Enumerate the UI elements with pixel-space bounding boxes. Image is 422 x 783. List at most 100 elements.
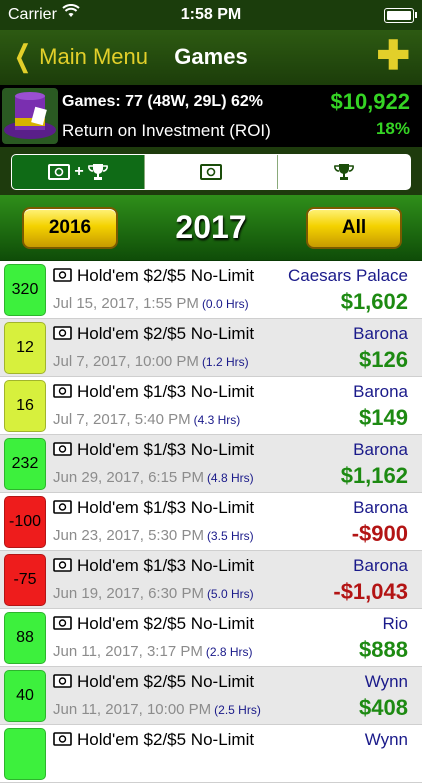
game-result: $408 xyxy=(359,695,408,720)
total-winnings: $10,922 xyxy=(330,89,410,114)
game-row[interactable]: 88 Hold'em $2/$5 No-Limit Rio Jun 11, 2017,… xyxy=(0,609,422,667)
clock: 1:58 PM xyxy=(180,6,242,23)
game-date: Jul 15, 2017, 1:55 PM (0.0 Hrs) xyxy=(53,295,249,312)
profit-badge: 88 xyxy=(4,612,46,664)
games-list: 320 Hold'em $2/$5 No-Limit Caesars Palace J… xyxy=(0,261,422,783)
plus-icon: ✚ xyxy=(376,34,410,78)
top-hat-icon xyxy=(2,88,58,144)
game-row[interactable]: 16 Hold'em $1/$3 No-Limit Barona Jul 7, 201… xyxy=(0,377,422,435)
venue-name: Barona xyxy=(353,556,408,575)
filter-bar: + xyxy=(0,147,422,195)
game-date: Jun 11, 2017, 10:00 PM (2.5 Hrs) xyxy=(53,701,261,718)
game-result: -$900 xyxy=(351,521,408,546)
game-date-text: Jul 7, 2017, 10:00 PM xyxy=(53,353,199,370)
game-date-text: Jun 19, 2017, 6:30 PM xyxy=(53,585,204,602)
game-type: Hold'em $2/$5 No-Limit xyxy=(77,672,255,691)
game-type: Hold'em $2/$5 No-Limit xyxy=(77,266,255,285)
roi-value: 18% xyxy=(375,119,410,138)
game-row[interactable]: 40 Hold'em $2/$5 No-Limit Wynn Jun 11, 2017… xyxy=(0,667,422,725)
profit-badge: 40 xyxy=(4,670,46,722)
cash-game-icon xyxy=(53,500,72,514)
cash-game-icon xyxy=(53,326,72,340)
trophy-icon xyxy=(87,164,108,180)
game-date-text: Jun 29, 2017, 6:15 PM xyxy=(53,469,204,486)
game-type: Hold'em $2/$5 No-Limit xyxy=(77,324,255,343)
summary-panel: Games: 77 (48W, 29L) 62% Return on Inves… xyxy=(0,85,422,147)
game-type: Hold'em $2/$5 No-Limit xyxy=(77,730,255,749)
venue-name: Barona xyxy=(353,440,408,459)
cash-icon xyxy=(48,164,71,180)
profit-badge: 16 xyxy=(4,380,46,432)
game-duration: (4.3 Hrs) xyxy=(193,413,241,427)
game-row[interactable]: -100 Hold'em $1/$3 No-Limit Barona Jun 23, … xyxy=(0,493,422,551)
game-result: $126 xyxy=(359,347,408,372)
game-duration: (2.8 Hrs) xyxy=(205,645,253,659)
game-duration: (5.0 Hrs) xyxy=(206,587,254,601)
game-result: $1,162 xyxy=(340,463,408,488)
profit-badge xyxy=(4,728,46,780)
game-type: Hold'em $1/$3 No-Limit xyxy=(77,498,255,517)
cash-game-icon xyxy=(53,616,72,630)
status-bar: Carrier 1:58 PM xyxy=(0,0,422,30)
game-row[interactable]: -75 Hold'em $1/$3 No-Limit Barona Jun 19, 2… xyxy=(0,551,422,609)
segment-cash-plus-tournament[interactable]: + xyxy=(12,155,145,189)
game-date-text: Jul 15, 2017, 1:55 PM xyxy=(53,295,199,312)
game-row[interactable]: Hold'em $2/$5 No-Limit Wynn xyxy=(0,725,422,783)
game-type: Hold'em $1/$3 No-Limit xyxy=(77,382,255,401)
cash-game-icon xyxy=(53,558,72,572)
profit-badge: -100 xyxy=(4,496,46,548)
game-duration: (3.5 Hrs) xyxy=(206,529,254,543)
plus-sign-icon: + xyxy=(74,163,84,180)
game-date-text: Jun 23, 2017, 5:30 PM xyxy=(53,527,204,544)
roi-label: Return on Investment (ROI) xyxy=(62,121,271,140)
cash-game-icon xyxy=(53,442,72,456)
game-date-text: Jul 7, 2017, 5:40 PM xyxy=(53,411,191,428)
game-date: Jun 11, 2017, 3:17 PM (2.8 Hrs) xyxy=(53,643,253,660)
venue-name: Wynn xyxy=(364,730,408,749)
venue-name: Barona xyxy=(353,324,408,343)
segment-tournament-only[interactable] xyxy=(278,155,410,189)
game-date: Jun 19, 2017, 6:30 PM (5.0 Hrs) xyxy=(53,585,254,602)
game-row[interactable]: 320 Hold'em $2/$5 No-Limit Caesars Palace J… xyxy=(0,261,422,319)
game-date-text: Jun 11, 2017, 10:00 PM xyxy=(53,701,212,718)
game-date-text: Jun 11, 2017, 3:17 PM xyxy=(53,643,203,660)
game-duration: (4.8 Hrs) xyxy=(206,471,254,485)
page-title: Games xyxy=(174,44,248,69)
game-date: Jun 23, 2017, 5:30 PM (3.5 Hrs) xyxy=(53,527,254,544)
games-summary: Games: 77 (48W, 29L) 62% xyxy=(62,93,263,110)
profit-badge: 12 xyxy=(4,322,46,374)
venue-name: Rio xyxy=(382,614,408,633)
game-type: Hold'em $2/$5 No-Limit xyxy=(77,614,255,633)
game-result: $149 xyxy=(359,405,408,430)
game-result: -$1,043 xyxy=(333,579,408,604)
game-type: Hold'em $1/$3 No-Limit xyxy=(77,556,255,575)
game-result: $1,602 xyxy=(340,289,408,314)
trophy-icon xyxy=(334,164,354,180)
game-date: Jul 7, 2017, 5:40 PM (4.3 Hrs) xyxy=(53,411,240,428)
navigation-bar: ❮ Main Menu Games ✚ xyxy=(0,30,422,85)
game-result: $888 xyxy=(359,637,408,662)
profit-badge: 320 xyxy=(4,264,46,316)
all-years-button[interactable]: All xyxy=(306,207,402,249)
venue-name: Barona xyxy=(353,498,408,517)
cash-icon xyxy=(200,164,222,180)
segment-cash-only[interactable] xyxy=(145,155,278,189)
game-row[interactable]: 232 Hold'em $1/$3 No-Limit Barona Jun 29, 2… xyxy=(0,435,422,493)
add-game-button[interactable]: ✚ xyxy=(376,36,410,76)
venue-name: Caesars Palace xyxy=(287,266,408,285)
profit-badge: -75 xyxy=(4,554,46,606)
game-row[interactable]: 12 Hold'em $2/$5 No-Limit Barona Jul 7, 201… xyxy=(0,319,422,377)
cash-game-icon xyxy=(53,674,72,688)
cash-game-icon xyxy=(53,268,72,282)
year-selector: 2016 2017 All xyxy=(0,195,422,261)
game-duration: (2.5 Hrs) xyxy=(214,703,261,717)
game-duration: (1.2 Hrs) xyxy=(201,355,249,369)
game-date xyxy=(53,759,56,776)
cash-game-icon xyxy=(53,384,72,398)
venue-name: Barona xyxy=(353,382,408,401)
game-date: Jun 29, 2017, 6:15 PM (4.8 Hrs) xyxy=(53,469,254,486)
game-date: Jul 7, 2017, 10:00 PM (1.2 Hrs) xyxy=(53,353,249,370)
game-type-segmented-control: + xyxy=(11,154,411,190)
cash-game-icon xyxy=(53,732,72,746)
game-type: Hold'em $1/$3 No-Limit xyxy=(77,440,255,459)
